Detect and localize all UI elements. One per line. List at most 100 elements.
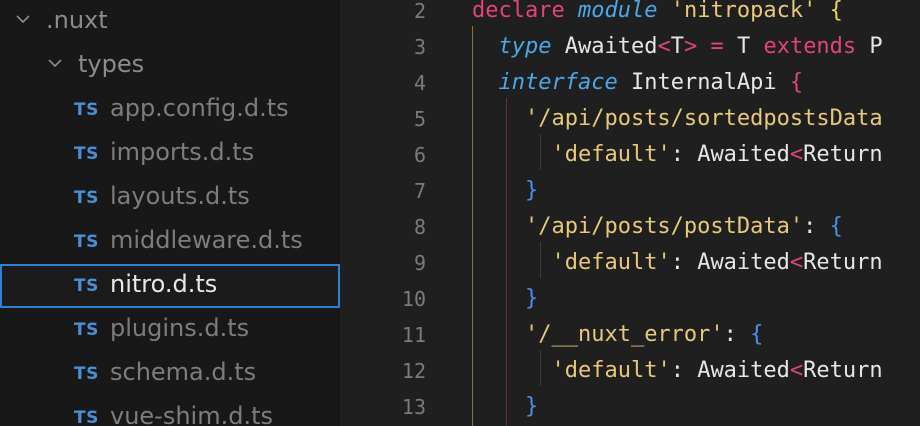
code-token: Awaited	[551, 34, 658, 59]
code-token: >	[683, 34, 698, 59]
tree-file-nitro[interactable]: TS nitro.d.ts	[0, 264, 340, 308]
code-token: Return	[803, 250, 883, 275]
folder-label: .nuxt	[46, 6, 108, 34]
code-token: :	[803, 214, 830, 239]
code-token: T	[723, 34, 764, 59]
tree-file-imports[interactable]: TS imports.d.ts	[0, 132, 340, 176]
code-token: : Awaited	[670, 358, 790, 383]
code-token: =	[710, 34, 724, 59]
code-token: extends	[763, 34, 857, 59]
file-label: middleware.d.ts	[110, 226, 303, 254]
line-number: 7	[413, 179, 426, 203]
line-number: 10	[401, 287, 426, 311]
typescript-icon: TS	[74, 364, 99, 384]
code-line: '/api/posts/postData': {	[472, 209, 843, 245]
code-token: 'nitropack'	[670, 0, 817, 23]
code-token: {	[789, 70, 804, 95]
code-token: <	[789, 142, 804, 167]
code-token: P	[856, 34, 883, 59]
code-token: '/api/posts/sortedpostsData	[524, 106, 883, 131]
tree-file-middleware[interactable]: TS middleware.d.ts	[0, 220, 340, 264]
code-line: }	[472, 173, 538, 209]
explorer-sidebar: .nuxt types TS app.config.d.ts TS import…	[0, 0, 340, 426]
typescript-icon: TS	[74, 320, 99, 340]
code-token: 'default'	[551, 250, 671, 275]
code-line: }	[472, 389, 538, 425]
file-label: nitro.d.ts	[110, 270, 218, 298]
tree-file-schema[interactable]: TS schema.d.ts	[0, 352, 340, 396]
code-token: module	[577, 0, 658, 23]
code-token: 'default'	[551, 142, 671, 167]
code-line: type Awaited<T> = T extends P	[472, 29, 883, 65]
code-token: Return	[803, 358, 883, 383]
typescript-icon: TS	[74, 188, 99, 208]
code-token: {	[750, 322, 764, 347]
file-label: plugins.d.ts	[110, 314, 250, 342]
file-label: schema.d.ts	[110, 358, 257, 386]
code-line: '/__nuxt_error': {	[472, 317, 763, 353]
code-editor[interactable]: 2 3 4 5 6 7 8 9 10 11 12 13 declare module 'nitropa…	[340, 0, 920, 426]
line-number: 3	[413, 35, 426, 59]
code-token: }	[524, 178, 539, 203]
code-token: <	[789, 250, 804, 275]
typescript-icon: TS	[74, 100, 99, 120]
tree-file-plugins[interactable]: TS plugins.d.ts	[0, 308, 340, 352]
code-line: 'default': Awaited<Return	[472, 353, 883, 389]
code-line: 'default': Awaited<Return	[472, 137, 883, 173]
code-token: type	[498, 34, 552, 59]
code-area[interactable]: declare module 'nitropack' { type Awaite…	[472, 0, 920, 426]
code-token: }	[524, 286, 539, 311]
line-number-gutter: 2 3 4 5 6 7 8 9 10 11 12 13	[340, 0, 426, 426]
code-line: '/api/posts/sortedpostsData	[472, 101, 883, 137]
line-number: 5	[413, 107, 426, 131]
chevron-down-icon	[48, 59, 62, 68]
code-token: declare	[472, 0, 578, 23]
tree-file-vue-shim[interactable]: TS vue-shim.d.ts	[0, 396, 340, 426]
line-number: 8	[413, 215, 426, 239]
line-number: 12	[401, 359, 426, 383]
tree-folder-types[interactable]: types	[0, 44, 340, 88]
code-line: interface InternalApi {	[472, 65, 804, 101]
code-token: {	[829, 214, 843, 239]
code-line: }	[472, 281, 538, 317]
code-line: declare module 'nitropack' {	[472, 0, 843, 29]
typescript-icon: TS	[74, 408, 99, 426]
chevron-down-icon	[16, 15, 30, 24]
file-label: app.config.d.ts	[110, 94, 289, 122]
code-token: <	[789, 358, 804, 383]
typescript-icon: TS	[74, 144, 99, 164]
code-token: <	[657, 34, 671, 59]
code-token: interface	[498, 70, 618, 95]
code-token: Return	[803, 142, 883, 167]
line-number: 13	[401, 395, 426, 419]
tree-folder-nuxt[interactable]: .nuxt	[0, 0, 340, 44]
line-number: 6	[413, 143, 426, 167]
code-token: : Awaited	[670, 250, 790, 275]
code-token: T	[670, 34, 684, 59]
tree-file-app-config[interactable]: TS app.config.d.ts	[0, 88, 340, 132]
file-label: layouts.d.ts	[110, 182, 250, 210]
code-token: '/api/posts/postData'	[524, 214, 804, 239]
code-token: InternalApi	[617, 70, 790, 95]
code-token: '/__nuxt_error'	[524, 322, 724, 347]
tree-file-layouts[interactable]: TS layouts.d.ts	[0, 176, 340, 220]
line-number: 4	[413, 71, 426, 95]
code-token: :	[723, 322, 751, 347]
code-token: 'default'	[551, 358, 671, 383]
code-token: {	[829, 0, 843, 23]
line-number: 2	[413, 0, 426, 23]
line-number: 11	[401, 323, 426, 347]
